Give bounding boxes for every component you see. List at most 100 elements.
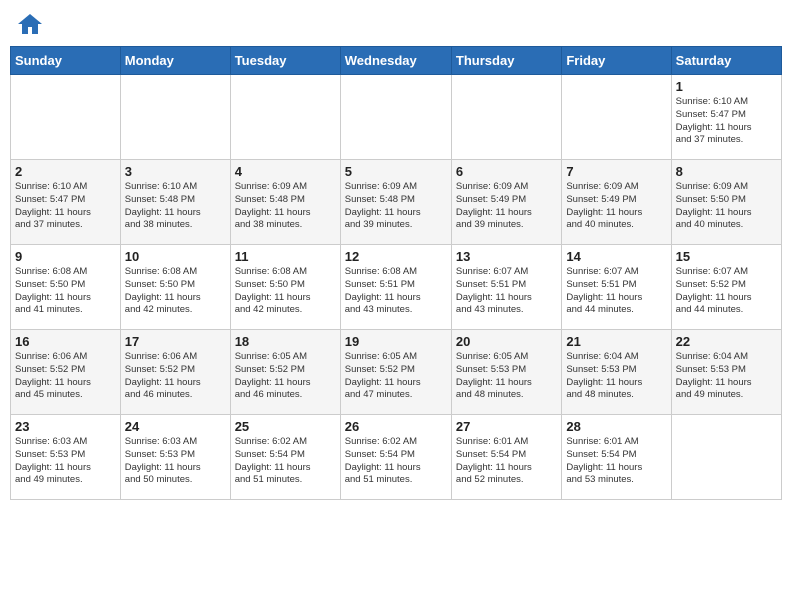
calendar-cell: 13 Sunrise: 6:07 AM Sunset: 5:51 PM Dayli… <box>451 245 561 330</box>
day-info: Sunrise: 6:07 AM Sunset: 5:51 PM Dayligh… <box>456 266 557 317</box>
calendar-week-row: 2 Sunrise: 6:10 AM Sunset: 5:47 PM Daylig… <box>11 160 782 245</box>
calendar-cell: 28 Sunrise: 6:01 AM Sunset: 5:54 PM Dayli… <box>562 415 671 500</box>
day-number: 28 <box>566 419 666 434</box>
calendar-cell: 6 Sunrise: 6:09 AM Sunset: 5:49 PM Daylig… <box>451 160 561 245</box>
calendar-cell: 21Sunrise: 6:04 AM Sunset: 5:53 PM Dayli… <box>562 330 671 415</box>
day-number: 9 <box>15 249 116 264</box>
calendar-cell: 9 Sunrise: 6:08 AM Sunset: 5:50 PM Daylig… <box>11 245 121 330</box>
calendar-cell: 23 Sunrise: 6:03 AM Sunset: 5:53 PM Dayli… <box>11 415 121 500</box>
calendar-cell: 3Sunrise: 6:10 AM Sunset: 5:48 PM Daylig… <box>120 160 230 245</box>
day-number: 6 <box>456 164 557 179</box>
calendar-cell: 11 Sunrise: 6:08 AM Sunset: 5:50 PM Dayli… <box>230 245 340 330</box>
day-info: Sunrise: 6:08 AM Sunset: 5:50 PM Dayligh… <box>125 266 226 317</box>
day-number: 17 <box>125 334 226 349</box>
day-number: 16 <box>15 334 116 349</box>
calendar-cell: 8 Sunrise: 6:09 AM Sunset: 5:50 PM Daylig… <box>671 160 781 245</box>
day-info: Sunrise: 6:02 AM Sunset: 5:54 PM Dayligh… <box>345 436 447 487</box>
calendar-week-row: 1Sunrise: 6:10 AM Sunset: 5:47 PM Daylig… <box>11 75 782 160</box>
day-number: 15 <box>676 249 777 264</box>
calendar-cell: 16 Sunrise: 6:06 AM Sunset: 5:52 PM Dayli… <box>11 330 121 415</box>
day-info: Sunrise: 6:09 AM Sunset: 5:48 PM Dayligh… <box>345 181 447 232</box>
calendar-header-row: SundayMondayTuesdayWednesdayThursdayFrid… <box>11 47 782 75</box>
day-info: Sunrise: 6:08 AM Sunset: 5:50 PM Dayligh… <box>15 266 116 317</box>
day-info: Sunrise: 6:07 AM Sunset: 5:52 PM Dayligh… <box>676 266 777 317</box>
calendar-cell: 7 Sunrise: 6:09 AM Sunset: 5:49 PM Daylig… <box>562 160 671 245</box>
day-info: Sunrise: 6:10 AM Sunset: 5:47 PM Dayligh… <box>15 181 116 232</box>
day-number: 22 <box>676 334 777 349</box>
col-header-tuesday: Tuesday <box>230 47 340 75</box>
col-header-thursday: Thursday <box>451 47 561 75</box>
day-info: Sunrise: 6:09 AM Sunset: 5:49 PM Dayligh… <box>456 181 557 232</box>
calendar-cell: 4 Sunrise: 6:09 AM Sunset: 5:48 PM Daylig… <box>230 160 340 245</box>
day-number: 12 <box>345 249 447 264</box>
day-info: Sunrise: 6:03 AM Sunset: 5:53 PM Dayligh… <box>15 436 116 487</box>
day-info: Sunrise: 6:10 AM Sunset: 5:47 PM Dayligh… <box>676 96 777 147</box>
day-number: 4 <box>235 164 336 179</box>
calendar-cell: 27 Sunrise: 6:01 AM Sunset: 5:54 PM Dayli… <box>451 415 561 500</box>
day-info: Sunrise: 6:09 AM Sunset: 5:48 PM Dayligh… <box>235 181 336 232</box>
calendar-cell: 24 Sunrise: 6:03 AM Sunset: 5:53 PM Dayli… <box>120 415 230 500</box>
col-header-wednesday: Wednesday <box>340 47 451 75</box>
day-number: 11 <box>235 249 336 264</box>
calendar-cell: 10 Sunrise: 6:08 AM Sunset: 5:50 PM Dayli… <box>120 245 230 330</box>
calendar-table: SundayMondayTuesdayWednesdayThursdayFrid… <box>10 46 782 500</box>
day-number: 10 <box>125 249 226 264</box>
day-info: Sunrise: 6:05 AM Sunset: 5:52 PM Dayligh… <box>235 351 336 402</box>
day-number: 27 <box>456 419 557 434</box>
day-number: 20 <box>456 334 557 349</box>
day-number: 8 <box>676 164 777 179</box>
day-number: 18 <box>235 334 336 349</box>
day-number: 26 <box>345 419 447 434</box>
col-header-friday: Friday <box>562 47 671 75</box>
logo-icon <box>16 10 44 38</box>
calendar-cell: 2 Sunrise: 6:10 AM Sunset: 5:47 PM Daylig… <box>11 160 121 245</box>
day-info: Sunrise: 6:02 AM Sunset: 5:54 PM Dayligh… <box>235 436 336 487</box>
calendar-cell: 25 Sunrise: 6:02 AM Sunset: 5:54 PM Dayli… <box>230 415 340 500</box>
calendar-cell: 18 Sunrise: 6:05 AM Sunset: 5:52 PM Dayli… <box>230 330 340 415</box>
calendar-cell: 26 Sunrise: 6:02 AM Sunset: 5:54 PM Dayli… <box>340 415 451 500</box>
day-number: 2 <box>15 164 116 179</box>
col-header-saturday: Saturday <box>671 47 781 75</box>
calendar-cell <box>451 75 561 160</box>
calendar-cell <box>340 75 451 160</box>
calendar-cell <box>562 75 671 160</box>
day-info: Sunrise: 6:08 AM Sunset: 5:51 PM Dayligh… <box>345 266 447 317</box>
col-header-sunday: Sunday <box>11 47 121 75</box>
day-info: Sunrise: 6:04 AM Sunset: 5:53 PM Dayligh… <box>676 351 777 402</box>
calendar-cell <box>230 75 340 160</box>
calendar-week-row: 9 Sunrise: 6:08 AM Sunset: 5:50 PM Daylig… <box>11 245 782 330</box>
day-number: 24 <box>125 419 226 434</box>
col-header-monday: Monday <box>120 47 230 75</box>
day-number: 7 <box>566 164 666 179</box>
calendar-cell: 15 Sunrise: 6:07 AM Sunset: 5:52 PM Dayli… <box>671 245 781 330</box>
calendar-cell: 14 Sunrise: 6:07 AM Sunset: 5:51 PM Dayli… <box>562 245 671 330</box>
calendar-cell: 22 Sunrise: 6:04 AM Sunset: 5:53 PM Dayli… <box>671 330 781 415</box>
day-info: Sunrise: 6:10 AM Sunset: 5:48 PM Dayligh… <box>125 181 226 232</box>
calendar-cell: 1Sunrise: 6:10 AM Sunset: 5:47 PM Daylig… <box>671 75 781 160</box>
calendar-cell: 20 Sunrise: 6:05 AM Sunset: 5:53 PM Dayli… <box>451 330 561 415</box>
day-number: 25 <box>235 419 336 434</box>
day-info: Sunrise: 6:08 AM Sunset: 5:50 PM Dayligh… <box>235 266 336 317</box>
day-info: Sunrise: 6:04 AM Sunset: 5:53 PM Dayligh… <box>566 351 666 402</box>
day-info: Sunrise: 6:07 AM Sunset: 5:51 PM Dayligh… <box>566 266 666 317</box>
calendar-cell: 19 Sunrise: 6:05 AM Sunset: 5:52 PM Dayli… <box>340 330 451 415</box>
day-number: 14 <box>566 249 666 264</box>
day-info: Sunrise: 6:06 AM Sunset: 5:52 PM Dayligh… <box>15 351 116 402</box>
day-info: Sunrise: 6:09 AM Sunset: 5:49 PM Dayligh… <box>566 181 666 232</box>
calendar-cell: 17 Sunrise: 6:06 AM Sunset: 5:52 PM Dayli… <box>120 330 230 415</box>
calendar-cell <box>671 415 781 500</box>
calendar-cell: 5 Sunrise: 6:09 AM Sunset: 5:48 PM Daylig… <box>340 160 451 245</box>
calendar-week-row: 16 Sunrise: 6:06 AM Sunset: 5:52 PM Dayli… <box>11 330 782 415</box>
day-number: 13 <box>456 249 557 264</box>
day-info: Sunrise: 6:06 AM Sunset: 5:52 PM Dayligh… <box>125 351 226 402</box>
day-info: Sunrise: 6:05 AM Sunset: 5:52 PM Dayligh… <box>345 351 447 402</box>
day-info: Sunrise: 6:03 AM Sunset: 5:53 PM Dayligh… <box>125 436 226 487</box>
day-info: Sunrise: 6:09 AM Sunset: 5:50 PM Dayligh… <box>676 181 777 232</box>
page-header <box>10 10 782 38</box>
day-number: 23 <box>15 419 116 434</box>
day-number: 5 <box>345 164 447 179</box>
day-info: Sunrise: 6:01 AM Sunset: 5:54 PM Dayligh… <box>456 436 557 487</box>
day-info: Sunrise: 6:05 AM Sunset: 5:53 PM Dayligh… <box>456 351 557 402</box>
day-number: 19 <box>345 334 447 349</box>
day-info: Sunrise: 6:01 AM Sunset: 5:54 PM Dayligh… <box>566 436 666 487</box>
